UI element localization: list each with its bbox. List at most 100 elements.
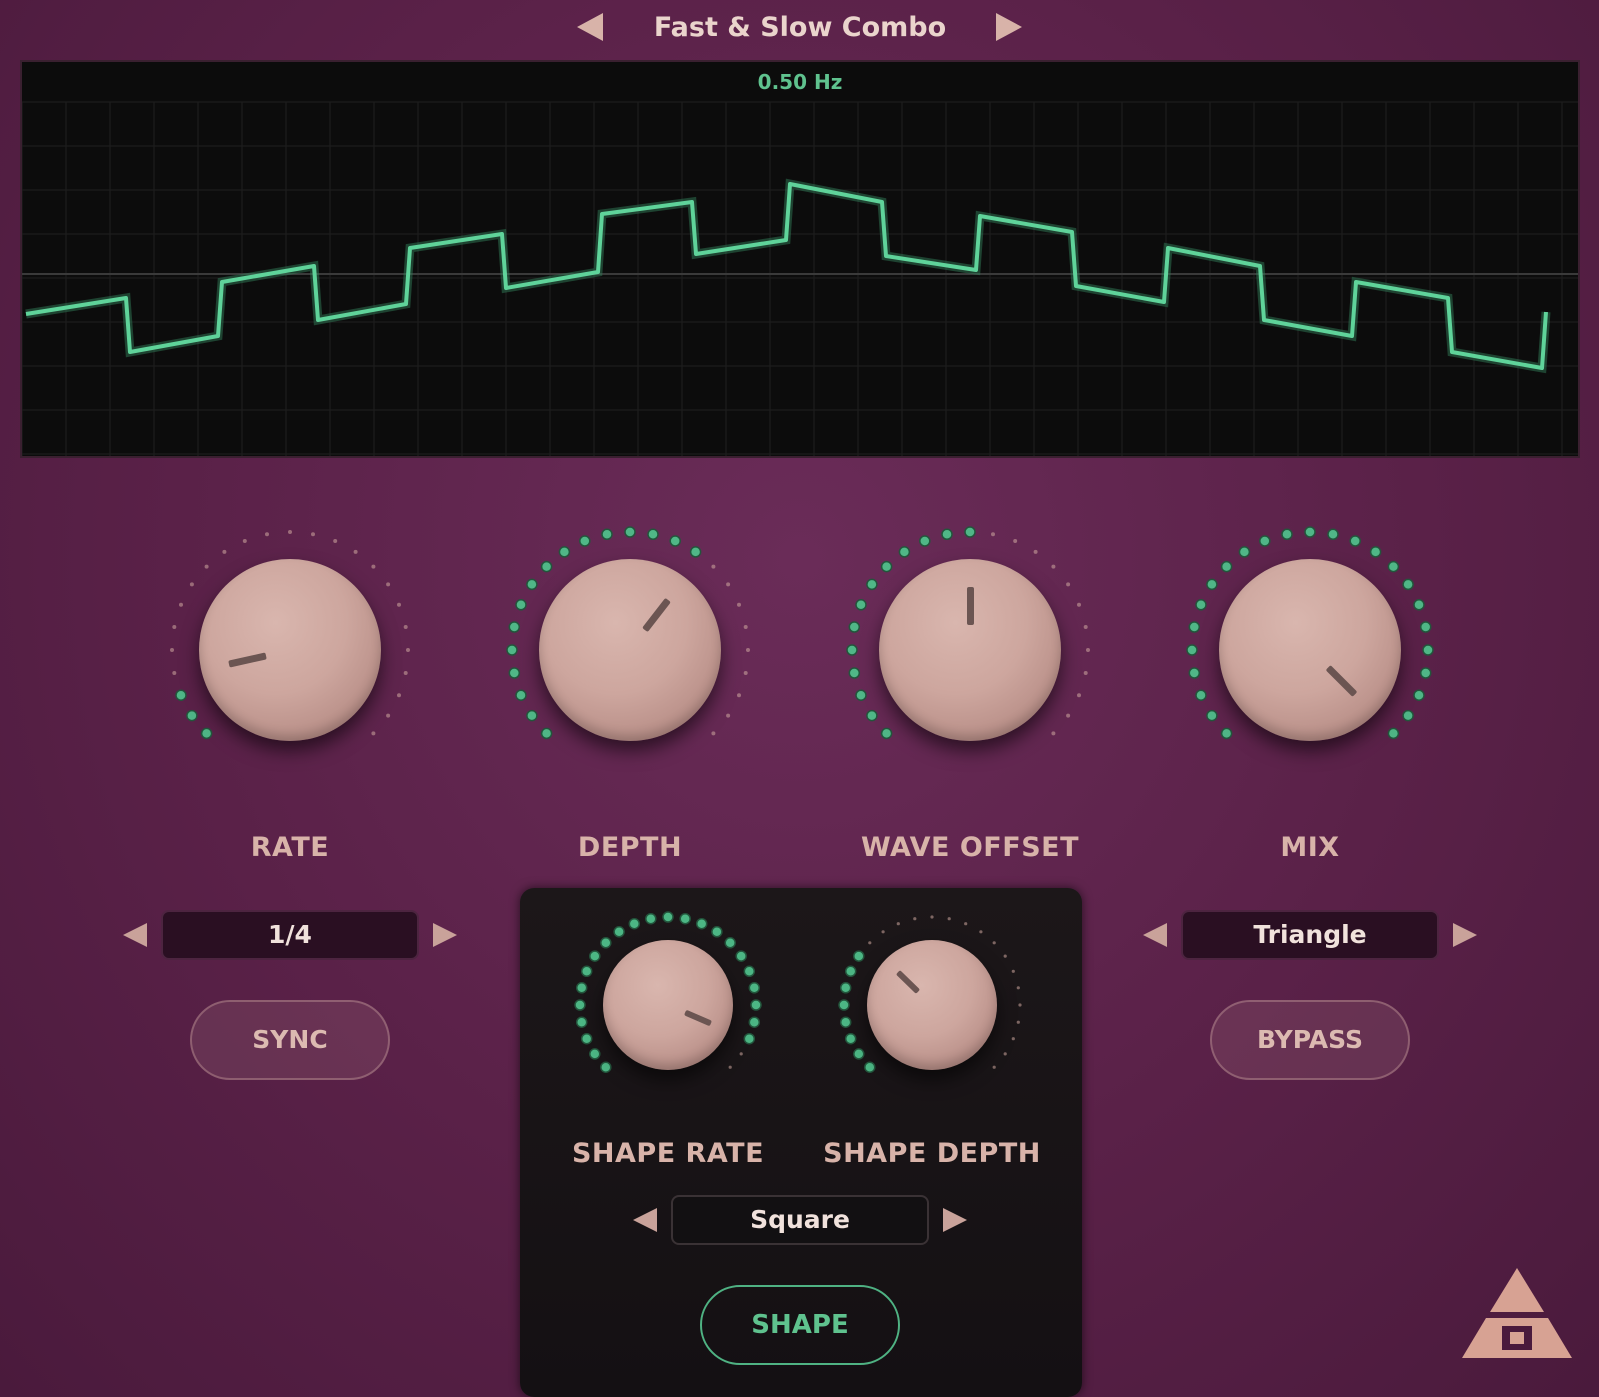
mix-ring-dot <box>1304 526 1316 538</box>
mix-knob[interactable] <box>1219 559 1401 741</box>
shape-next-arrow[interactable] <box>943 1208 967 1232</box>
rate-ring-dot <box>170 648 174 652</box>
shape-depth-label: SHAPE DEPTH <box>823 1138 1041 1169</box>
shape-depth-knob[interactable] <box>867 940 997 1070</box>
rate-ring-dot <box>172 625 177 629</box>
rate-ring-dot <box>200 727 213 740</box>
depth-ring-dot <box>601 528 613 541</box>
wave-offset-ring-dot <box>1077 693 1081 698</box>
depth-ring-dot <box>689 546 702 558</box>
depth-ring-dot <box>526 709 538 722</box>
depth-ring-dot <box>508 667 521 679</box>
rate-division-next-arrow[interactable] <box>433 923 457 947</box>
sync-button[interactable]: SYNC <box>190 1000 390 1080</box>
knob-pointer <box>966 587 974 625</box>
depth-ring-dot <box>515 599 527 611</box>
depth-ring-dot <box>726 582 731 587</box>
mix-ring-dot <box>1419 621 1432 633</box>
rate-ring-dot <box>406 648 410 652</box>
wave-offset-label: WAVE OFFSET <box>860 832 1080 863</box>
rate-label: RATE <box>250 832 330 863</box>
rate-ring-dot <box>353 549 358 554</box>
wave-offset-ring-dot <box>846 644 858 656</box>
mix-ring-dot <box>1369 546 1382 558</box>
waveform-prev-arrow[interactable] <box>1143 923 1167 947</box>
mix-ring-dot <box>1402 578 1414 591</box>
mix-ring-dot <box>1195 599 1207 611</box>
mix-ring-dot <box>1188 621 1201 633</box>
wave-offset-ring-dot <box>1077 602 1081 607</box>
waveform-next-arrow[interactable] <box>1453 923 1477 947</box>
wave-offset-knob[interactable] <box>879 559 1061 741</box>
knob-pointer <box>1325 665 1358 698</box>
rate-division-prev-arrow[interactable] <box>123 923 147 947</box>
rate-ring-dot <box>403 625 408 629</box>
depth-ring-dot <box>558 546 571 558</box>
mix-label: MIX <box>1280 832 1340 863</box>
wave-offset-ring-dot <box>919 535 931 547</box>
waveform-display: 0.50 Hz <box>20 60 1580 458</box>
wave-offset-ring-dot <box>848 621 861 633</box>
rate-ring-dot <box>371 564 376 569</box>
depth-ring-dot <box>540 727 553 740</box>
depth-ring-dot <box>737 693 741 698</box>
mix-ring-dot <box>1206 709 1218 722</box>
depth-ring-dot <box>746 648 750 652</box>
rate-ring-dot <box>386 582 391 587</box>
depth-ring-dot <box>743 625 748 629</box>
waveform-value[interactable]: Triangle <box>1181 910 1439 960</box>
preset-next-arrow[interactable] <box>996 13 1022 41</box>
shape-select-value[interactable]: Square <box>671 1195 929 1245</box>
mix-ring-dot <box>1281 528 1293 541</box>
rate-ring-dot <box>222 549 227 554</box>
knob-pointer <box>684 1009 713 1027</box>
wave-offset-ring-dot <box>1086 648 1090 652</box>
depth-ring-dot <box>737 602 741 607</box>
mix-ring-dot <box>1220 560 1233 573</box>
knob-pointer <box>896 970 921 994</box>
waveform-graph <box>22 101 1578 456</box>
depth-ring-dot <box>526 578 538 591</box>
mix-ring-dot <box>1413 599 1425 611</box>
shape-button[interactable]: SHAPE <box>700 1285 900 1365</box>
rate-division-value[interactable]: 1/4 <box>161 910 419 960</box>
mix-ring-dot <box>1206 578 1218 591</box>
rate-ring-dot <box>371 731 376 736</box>
wave-offset-ring-dot <box>1051 564 1056 569</box>
rate-ring-dot <box>333 539 338 543</box>
wave-offset-ring-dot <box>855 689 867 701</box>
bypass-button[interactable]: BYPASS <box>1210 1000 1410 1080</box>
depth-ring-dot <box>647 528 659 541</box>
wave-offset-ring-dot <box>848 667 861 679</box>
rate-ring-dot <box>186 709 198 722</box>
wave-offset-ring-dot <box>1083 625 1088 629</box>
mix-ring-dot <box>1402 709 1414 722</box>
rate-knob[interactable] <box>199 559 381 741</box>
rate-ring-dot <box>397 693 401 698</box>
rate-ring-dot <box>175 689 187 701</box>
rate-ring-dot <box>179 602 183 607</box>
wave-offset-ring-dot <box>866 578 878 591</box>
depth-ring-dot <box>624 526 636 538</box>
brand-logo <box>1462 1268 1572 1358</box>
shape-rate-knob[interactable] <box>603 940 733 1070</box>
depth-knob[interactable] <box>539 559 721 741</box>
mix-ring-dot <box>1413 689 1425 701</box>
wave-offset-ring-dot <box>1066 713 1071 718</box>
rate-ring-dot <box>172 671 177 675</box>
preset-name[interactable]: Fast & Slow Combo <box>560 10 1040 46</box>
depth-ring-dot <box>579 535 591 547</box>
mix-ring-dot <box>1259 535 1271 547</box>
mix-ring-dot <box>1327 528 1339 541</box>
mix-ring-dot <box>1186 644 1198 656</box>
wave-offset-ring-dot <box>1066 582 1071 587</box>
rate-ring-dot <box>386 713 391 718</box>
knob-pointer <box>227 652 267 668</box>
depth-ring-dot <box>669 535 681 547</box>
rate-ring-dot <box>242 539 247 543</box>
wave-offset-ring-dot <box>941 528 953 541</box>
shape-prev-arrow[interactable] <box>633 1208 657 1232</box>
knob-pointer <box>642 598 672 633</box>
wave-offset-ring-dot <box>964 526 976 538</box>
rate-ring-dot <box>204 564 209 569</box>
